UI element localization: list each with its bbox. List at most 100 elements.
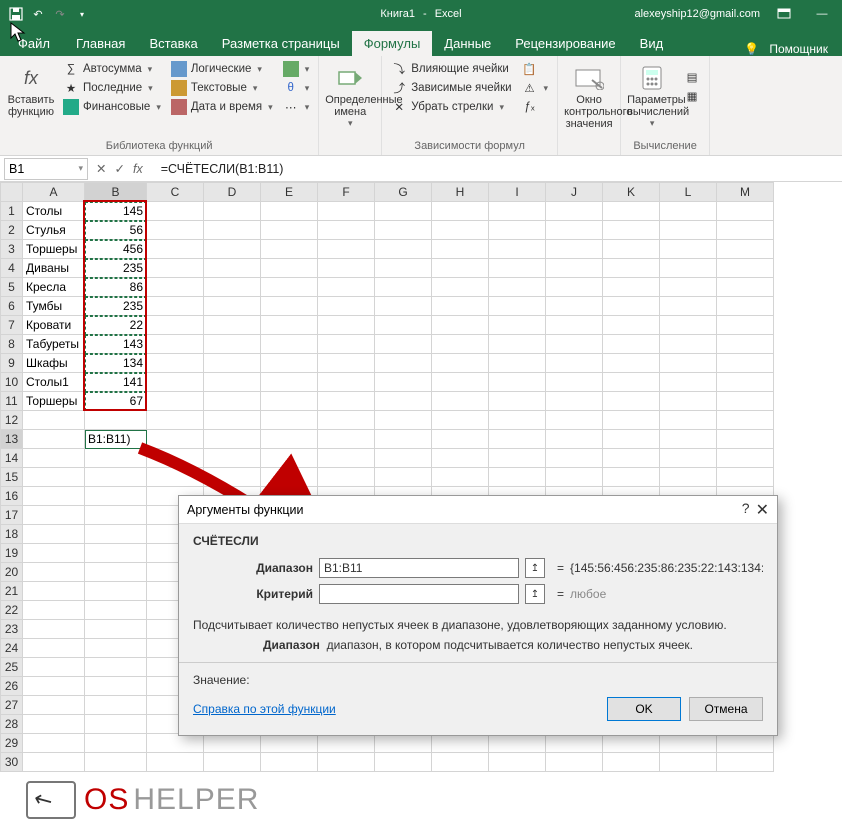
cell-I5[interactable]: [489, 278, 546, 297]
cell-K8[interactable]: [603, 335, 660, 354]
row-header-26[interactable]: 26: [1, 677, 23, 696]
cell-B30[interactable]: [85, 753, 147, 772]
cell-M15[interactable]: [717, 468, 774, 487]
calc-options-button[interactable]: Параметры вычислений ▾: [627, 58, 677, 129]
cell-J5[interactable]: [546, 278, 603, 297]
cell-I12[interactable]: [489, 411, 546, 430]
row-header-9[interactable]: 9: [1, 354, 23, 373]
cell-M11[interactable]: [717, 392, 774, 411]
cell-A4[interactable]: Диваны: [23, 259, 85, 278]
cell-B6[interactable]: 235: [85, 297, 147, 316]
cell-D3[interactable]: [204, 240, 261, 259]
cell-K7[interactable]: [603, 316, 660, 335]
text-button[interactable]: Текстовые: [168, 79, 276, 97]
cell-A23[interactable]: [23, 620, 85, 639]
cell-A6[interactable]: Тумбы: [23, 297, 85, 316]
col-header-L[interactable]: L: [660, 183, 717, 202]
col-header-B[interactable]: B: [85, 183, 147, 202]
cell-G4[interactable]: [375, 259, 432, 278]
cell-J10[interactable]: [546, 373, 603, 392]
cell-F11[interactable]: [318, 392, 375, 411]
cell-I11[interactable]: [489, 392, 546, 411]
cell-A27[interactable]: [23, 696, 85, 715]
cell-I7[interactable]: [489, 316, 546, 335]
cell-F7[interactable]: [318, 316, 375, 335]
cell-L15[interactable]: [660, 468, 717, 487]
cell-K12[interactable]: [603, 411, 660, 430]
cell-L1[interactable]: [660, 202, 717, 221]
cell-L14[interactable]: [660, 449, 717, 468]
cell-F13[interactable]: [318, 430, 375, 449]
cell-G1[interactable]: [375, 202, 432, 221]
cell-H1[interactable]: [432, 202, 489, 221]
cell-J8[interactable]: [546, 335, 603, 354]
cell-H2[interactable]: [432, 221, 489, 240]
chevron-down-icon[interactable]: ▾: [78, 163, 83, 174]
calc-now-button[interactable]: ▤: [681, 68, 703, 86]
cell-G5[interactable]: [375, 278, 432, 297]
datetime-button[interactable]: Дата и время: [168, 98, 276, 116]
cell-L2[interactable]: [660, 221, 717, 240]
row-header-1[interactable]: 1: [1, 202, 23, 221]
minimize-icon[interactable]: —: [808, 4, 836, 24]
cell-A30[interactable]: [23, 753, 85, 772]
cell-F30[interactable]: [318, 753, 375, 772]
cell-H12[interactable]: [432, 411, 489, 430]
cell-A1[interactable]: Столы: [23, 202, 85, 221]
cell-M10[interactable]: [717, 373, 774, 392]
cell-M4[interactable]: [717, 259, 774, 278]
cell-C6[interactable]: [147, 297, 204, 316]
col-header-A[interactable]: A: [23, 183, 85, 202]
cell-A17[interactable]: [23, 506, 85, 525]
cell-A7[interactable]: Кровати: [23, 316, 85, 335]
row-header-20[interactable]: 20: [1, 563, 23, 582]
cell-B18[interactable]: [85, 525, 147, 544]
row-header-11[interactable]: 11: [1, 392, 23, 411]
cell-L13[interactable]: [660, 430, 717, 449]
cell-B1[interactable]: 145: [85, 202, 147, 221]
cell-F9[interactable]: [318, 354, 375, 373]
row-header-17[interactable]: 17: [1, 506, 23, 525]
cell-F8[interactable]: [318, 335, 375, 354]
ribbon-options-icon[interactable]: [770, 4, 798, 24]
cell-E11[interactable]: [261, 392, 318, 411]
cell-F12[interactable]: [318, 411, 375, 430]
cell-I4[interactable]: [489, 259, 546, 278]
row-header-18[interactable]: 18: [1, 525, 23, 544]
cell-B7[interactable]: 22: [85, 316, 147, 335]
trace-precedents-button[interactable]: ⤵Влияющие ячейки: [388, 60, 514, 78]
cell-K13[interactable]: [603, 430, 660, 449]
row-header-21[interactable]: 21: [1, 582, 23, 601]
cell-C29[interactable]: [147, 734, 204, 753]
cell-G15[interactable]: [375, 468, 432, 487]
row-header-12[interactable]: 12: [1, 411, 23, 430]
cell-B21[interactable]: [85, 582, 147, 601]
cell-B15[interactable]: [85, 468, 147, 487]
name-box[interactable]: B1 ▾: [4, 158, 88, 180]
cell-M1[interactable]: [717, 202, 774, 221]
cell-K2[interactable]: [603, 221, 660, 240]
tell-me[interactable]: Помощник: [769, 42, 828, 56]
col-header-E[interactable]: E: [261, 183, 318, 202]
cell-E5[interactable]: [261, 278, 318, 297]
cell-C13[interactable]: [147, 430, 204, 449]
cell-E3[interactable]: [261, 240, 318, 259]
col-header-C[interactable]: C: [147, 183, 204, 202]
cell-E7[interactable]: [261, 316, 318, 335]
cell-G14[interactable]: [375, 449, 432, 468]
ok-button[interactable]: OK: [607, 697, 681, 721]
cell-D9[interactable]: [204, 354, 261, 373]
cell-E12[interactable]: [261, 411, 318, 430]
watch-window-button[interactable]: Окно контрольного значения: [564, 58, 614, 130]
cell-K9[interactable]: [603, 354, 660, 373]
cell-I1[interactable]: [489, 202, 546, 221]
cell-D13[interactable]: [204, 430, 261, 449]
cell-C7[interactable]: [147, 316, 204, 335]
cell-A11[interactable]: Торшеры: [23, 392, 85, 411]
cell-E1[interactable]: [261, 202, 318, 221]
cell-C11[interactable]: [147, 392, 204, 411]
cell-G13[interactable]: [375, 430, 432, 449]
cell-A13[interactable]: [23, 430, 85, 449]
cell-A2[interactable]: Стулья: [23, 221, 85, 240]
cell-B13[interactable]: B1:B11): [85, 430, 147, 449]
